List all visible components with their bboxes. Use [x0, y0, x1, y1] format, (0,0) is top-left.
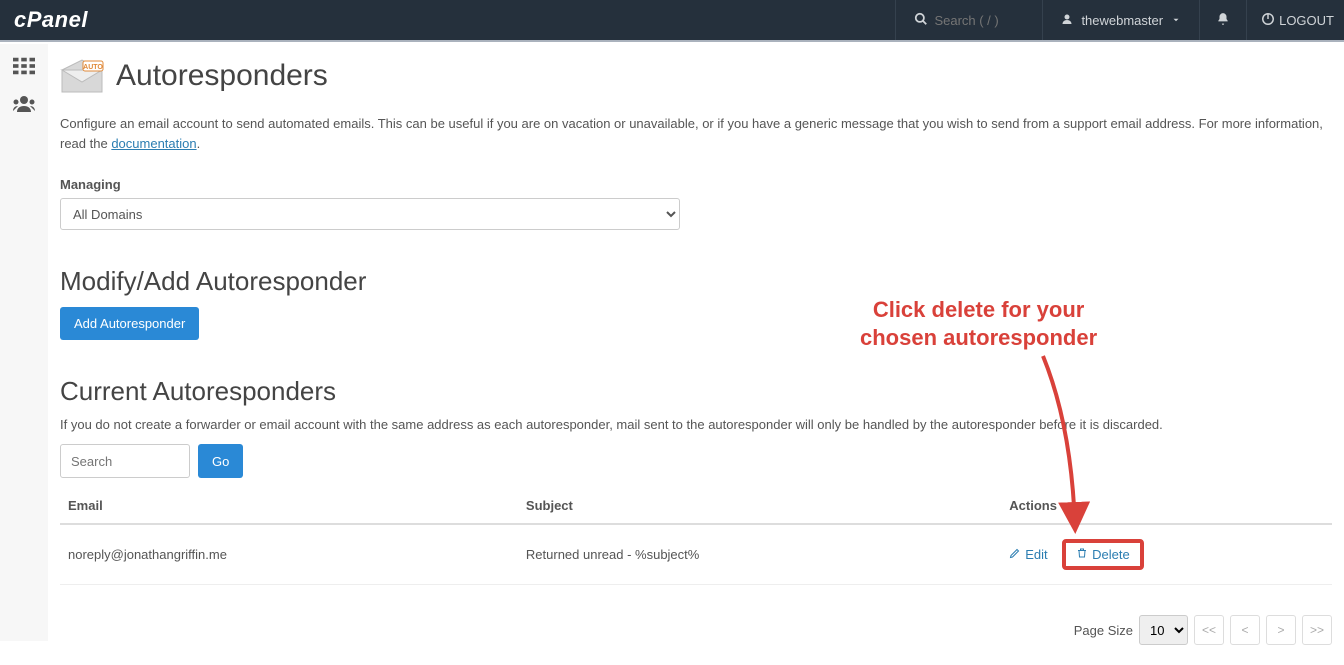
documentation-link[interactable]: documentation [111, 136, 196, 151]
notifications-button[interactable] [1199, 0, 1246, 40]
autoresponders-envelope-icon: AUTO [60, 58, 104, 94]
user-menu[interactable]: thewebmaster [1042, 0, 1199, 40]
current-heading: Current Autoresponders [60, 376, 1332, 407]
bell-icon [1216, 12, 1230, 29]
top-bar: cPanel thewebmaster LOGOUT [0, 0, 1344, 42]
logout-button[interactable]: LOGOUT [1246, 0, 1344, 40]
delete-link[interactable]: Delete [1076, 547, 1130, 562]
search-row: Go [60, 444, 1332, 478]
caret-down-icon [1171, 13, 1181, 28]
col-actions: Actions [1001, 488, 1332, 524]
col-subject: Subject [518, 488, 1001, 524]
main-content: AUTO Autoresponders Configure an email a… [48, 44, 1344, 665]
users-icon[interactable] [8, 92, 40, 116]
modify-add-heading: Modify/Add Autoresponder [60, 266, 1332, 297]
col-email: Email [60, 488, 518, 524]
page-description: Configure an email account to send autom… [60, 114, 1332, 153]
managing-label: Managing [60, 177, 1332, 192]
cell-subject: Returned unread - %subject% [518, 524, 1001, 585]
autoresponders-table: Email Subject Actions noreply@jonathangr… [60, 488, 1332, 585]
pencil-icon [1009, 547, 1021, 562]
page-header: AUTO Autoresponders [60, 58, 1332, 94]
logo[interactable]: cPanel [0, 7, 102, 33]
delete-label: Delete [1092, 547, 1130, 562]
add-autoresponder-button[interactable]: Add Autoresponder [60, 307, 199, 340]
logout-icon [1261, 12, 1275, 29]
svg-text:AUTO: AUTO [83, 64, 103, 71]
go-button[interactable]: Go [198, 444, 243, 478]
delete-highlight-box: Delete [1062, 539, 1144, 570]
username-label: thewebmaster [1081, 13, 1163, 28]
dashboard-grid-icon[interactable] [8, 54, 40, 78]
table-row: noreply@jonathangriffin.me Returned unre… [60, 524, 1332, 585]
edit-link[interactable]: Edit [1009, 547, 1047, 562]
global-search-input[interactable] [934, 13, 1024, 28]
cell-email: noreply@jonathangriffin.me [60, 524, 518, 585]
managing-domain-select[interactable]: All Domains [60, 198, 680, 230]
cell-actions: Edit Delete [1001, 524, 1332, 585]
page-size-label: Page Size [1074, 623, 1133, 638]
current-note: If you do not create a forwarder or emai… [60, 417, 1332, 432]
edit-label: Edit [1025, 547, 1047, 562]
desc-text-2: . [197, 136, 201, 151]
trash-icon [1076, 547, 1088, 562]
logo-text: cPanel [14, 7, 88, 33]
search-input[interactable] [60, 444, 190, 478]
desc-text-1: Configure an email account to send autom… [60, 116, 1323, 151]
global-search[interactable] [895, 0, 1042, 40]
user-icon [1061, 13, 1073, 28]
logout-label: LOGOUT [1279, 13, 1334, 28]
page-title: Autoresponders [116, 59, 328, 93]
search-icon [914, 12, 928, 29]
left-sidebar [0, 44, 48, 641]
